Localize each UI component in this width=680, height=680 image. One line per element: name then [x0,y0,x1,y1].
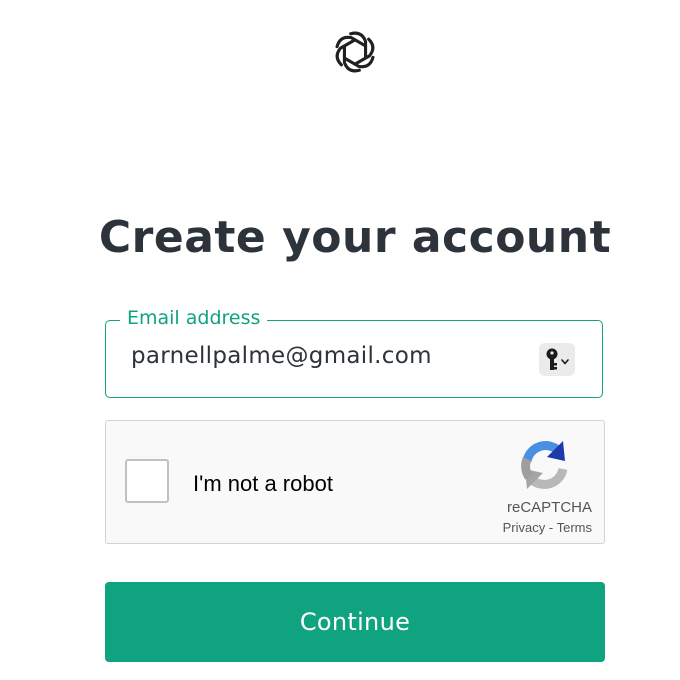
continue-button[interactable]: Continue [105,582,605,662]
email-input[interactable] [131,343,531,369]
recaptcha-brand: reCAPTCHA [506,499,592,516]
page-title: Create your account [98,212,612,263]
recaptcha-checkbox[interactable] [125,459,169,503]
recaptcha-logo-icon [521,441,568,489]
recaptcha-links: Privacy - Terms [503,520,592,535]
privacy-link[interactable]: Privacy [503,520,546,535]
links-separator: - [548,520,554,535]
terms-link[interactable]: Terms [557,520,592,535]
signup-page: Create your account Email address I'm no… [0,0,680,680]
password-manager-button[interactable] [539,343,575,376]
openai-logo-icon [335,31,375,73]
email-field-label: Email address [120,306,268,330]
email-field[interactable]: Email address [105,306,603,398]
key-icon [546,348,569,370]
recaptcha-label: I'm not a robot [193,471,333,496]
recaptcha-widget: I'm not a robot reCAPTCHA Privacy - Term… [105,420,605,544]
